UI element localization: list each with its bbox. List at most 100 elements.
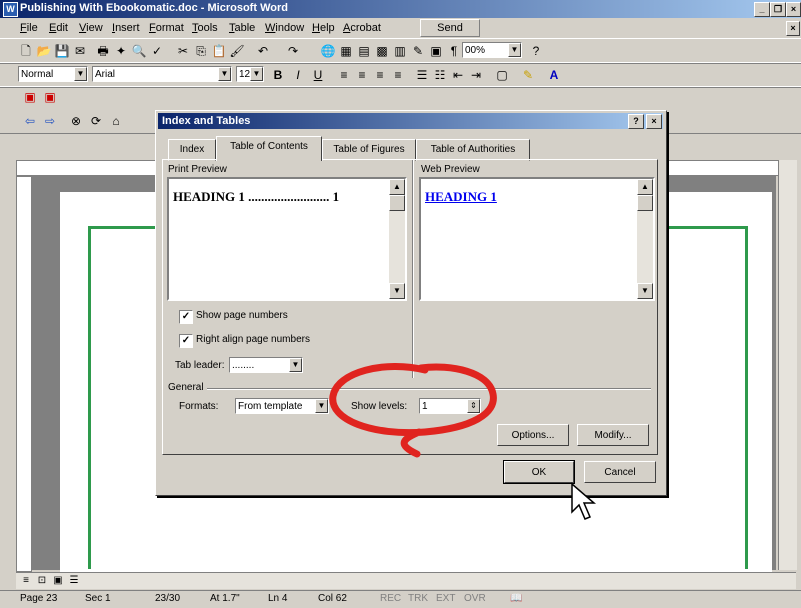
doc-close-icon[interactable]: × <box>786 21 800 36</box>
web-preview-scrollbar[interactable]: ▲ ▼ <box>637 179 653 299</box>
align-left-icon[interactable]: ≡ <box>336 67 352 83</box>
spinner-arrows-icon[interactable]: ⇕ <box>467 399 480 413</box>
web-toolbar-icon[interactable]: 🌐 <box>320 43 336 59</box>
vertical-scrollbar[interactable] <box>778 160 797 570</box>
status-ovr[interactable]: OVR <box>464 593 486 604</box>
tab-table-of-contents[interactable]: Table of Contents <box>216 136 322 161</box>
undo-icon[interactable]: ↶ <box>255 43 271 59</box>
scroll-thumb[interactable] <box>637 195 653 211</box>
menu-edit[interactable]: Edit <box>49 22 68 34</box>
font-size-select[interactable]: 12 ▼ <box>236 66 264 82</box>
chevron-down-icon[interactable]: ▼ <box>508 43 521 57</box>
normal-view-icon[interactable]: ≡ <box>18 573 34 589</box>
excel-icon[interactable]: ▩ <box>374 43 390 59</box>
options-button[interactable]: Options... <box>497 424 569 446</box>
email-icon[interactable]: ✉ <box>72 43 88 59</box>
decrease-indent-icon[interactable]: ⇤ <box>450 67 466 83</box>
print-icon[interactable]: 🖶 <box>95 43 111 59</box>
web-preview-link[interactable]: HEADING 1 <box>425 189 497 205</box>
chevron-down-icon[interactable]: ▼ <box>289 358 302 372</box>
save-icon[interactable]: 💾 <box>54 43 70 59</box>
chevron-down-icon[interactable]: ▼ <box>74 67 87 81</box>
document-map-icon[interactable]: ▣ <box>428 43 444 59</box>
align-right-icon[interactable]: ≡ <box>372 67 388 83</box>
numbering-icon[interactable]: ☰ <box>414 67 430 83</box>
menu-table[interactable]: Table <box>229 22 255 34</box>
underline-button[interactable]: U <box>310 67 326 83</box>
scroll-down-icon[interactable]: ▼ <box>637 283 653 299</box>
print-preview-icon[interactable]: 🔍 <box>131 43 147 59</box>
print-preview-scrollbar[interactable]: ▲ ▼ <box>389 179 405 299</box>
formats-select[interactable]: From template ▼ <box>235 398 329 414</box>
columns-icon[interactable]: ▥ <box>392 43 408 59</box>
horizontal-scrollbar[interactable]: ≡ ⊡ ▣ ☰ <box>16 572 796 589</box>
tab-table-of-authorities[interactable]: Table of Authorities <box>416 139 530 161</box>
forward-icon[interactable]: ⇨ <box>42 113 58 129</box>
tables-borders-icon[interactable]: ▦ <box>338 43 354 59</box>
back-icon[interactable]: ⇦ <box>22 113 38 129</box>
border-icon[interactable]: ▢ <box>494 67 510 83</box>
tab-leader-select[interactable]: ........ ▼ <box>229 357 303 373</box>
modify-button[interactable]: Modify... <box>577 424 649 446</box>
drawing-icon[interactable]: ✎ <box>410 43 426 59</box>
chevron-down-icon[interactable]: ▼ <box>315 399 328 413</box>
increase-indent-icon[interactable]: ⇥ <box>468 67 484 83</box>
refresh-icon[interactable]: ⟳ <box>88 113 104 129</box>
font-select[interactable]: Arial ▼ <box>92 66 232 82</box>
font-color-icon[interactable]: A <box>546 67 562 83</box>
menu-help[interactable]: Help <box>312 22 335 34</box>
send-button[interactable]: Send <box>420 19 480 37</box>
menu-insert[interactable]: Insert <box>112 22 140 34</box>
justify-icon[interactable]: ≡ <box>390 67 406 83</box>
home-icon[interactable]: ⌂ <box>108 113 124 129</box>
restore-icon[interactable]: ❐ <box>770 2 786 17</box>
outline-view-icon[interactable]: ☰ <box>66 573 82 589</box>
minimize-icon[interactable]: _ <box>754 2 770 17</box>
copy-icon[interactable]: ⎘ <box>193 43 209 59</box>
cut-icon[interactable]: ✂ <box>175 43 191 59</box>
menu-window[interactable]: Window <box>265 22 304 34</box>
print-view-icon[interactable]: ▣ <box>50 573 66 589</box>
open-icon[interactable]: 📂 <box>36 43 52 59</box>
status-trk[interactable]: TRK <box>408 593 428 604</box>
bold-button[interactable]: B <box>270 67 286 83</box>
italic-button[interactable]: I <box>290 67 306 83</box>
toc-icon[interactable]: ▣ <box>22 89 38 105</box>
paste-icon[interactable]: 📋 <box>211 43 227 59</box>
hyperlink-icon[interactable]: ✦ <box>113 43 129 59</box>
ok-button[interactable]: OK <box>503 460 575 484</box>
menu-acrobat[interactable]: Acrobat <box>343 22 381 34</box>
menu-file[interactable]: File <box>20 22 38 34</box>
format-painter-icon[interactable]: 🖌 <box>229 43 245 59</box>
zoom-select[interactable]: 00% ▼ <box>462 42 522 58</box>
right-align-checkbox[interactable]: ✓ <box>179 334 193 348</box>
scroll-thumb[interactable] <box>389 195 405 211</box>
spelling-icon[interactable]: ✓ <box>149 43 165 59</box>
align-center-icon[interactable]: ≡ <box>354 67 370 83</box>
help-icon[interactable]: ? <box>528 43 544 59</box>
status-ext[interactable]: EXT <box>436 593 455 604</box>
dialog-close-button[interactable]: × <box>646 114 662 129</box>
chevron-down-icon[interactable]: ▼ <box>218 67 231 81</box>
tab-table-of-figures[interactable]: Table of Figures <box>322 139 416 161</box>
highlight-icon[interactable]: ✎ <box>520 67 536 83</box>
bullets-icon[interactable]: ☷ <box>432 67 448 83</box>
scroll-up-icon[interactable]: ▲ <box>389 179 405 195</box>
show-hide-icon[interactable]: ¶ <box>446 43 462 59</box>
scroll-up-icon[interactable]: ▲ <box>637 179 653 195</box>
chevron-down-icon[interactable]: ▼ <box>250 67 263 81</box>
menu-view[interactable]: View <box>79 22 103 34</box>
new-icon[interactable]: 🗋 <box>18 43 34 59</box>
tab-index[interactable]: Index <box>168 139 216 161</box>
dialog-help-button[interactable]: ? <box>628 114 644 129</box>
web-view-icon[interactable]: ⊡ <box>34 573 50 589</box>
insert-table-icon[interactable]: ▤ <box>356 43 372 59</box>
show-levels-spinner[interactable]: 1 ⇕ <box>419 398 481 414</box>
word-app-icon[interactable]: W <box>3 2 18 17</box>
menu-format[interactable]: Format <box>149 22 184 34</box>
spelling-status-icon[interactable]: 📖 <box>510 593 522 604</box>
redo-icon[interactable]: ↷ <box>285 43 301 59</box>
cancel-button[interactable]: Cancel <box>584 461 656 483</box>
style-select[interactable]: Normal ▼ <box>18 66 88 82</box>
scroll-down-icon[interactable]: ▼ <box>389 283 405 299</box>
